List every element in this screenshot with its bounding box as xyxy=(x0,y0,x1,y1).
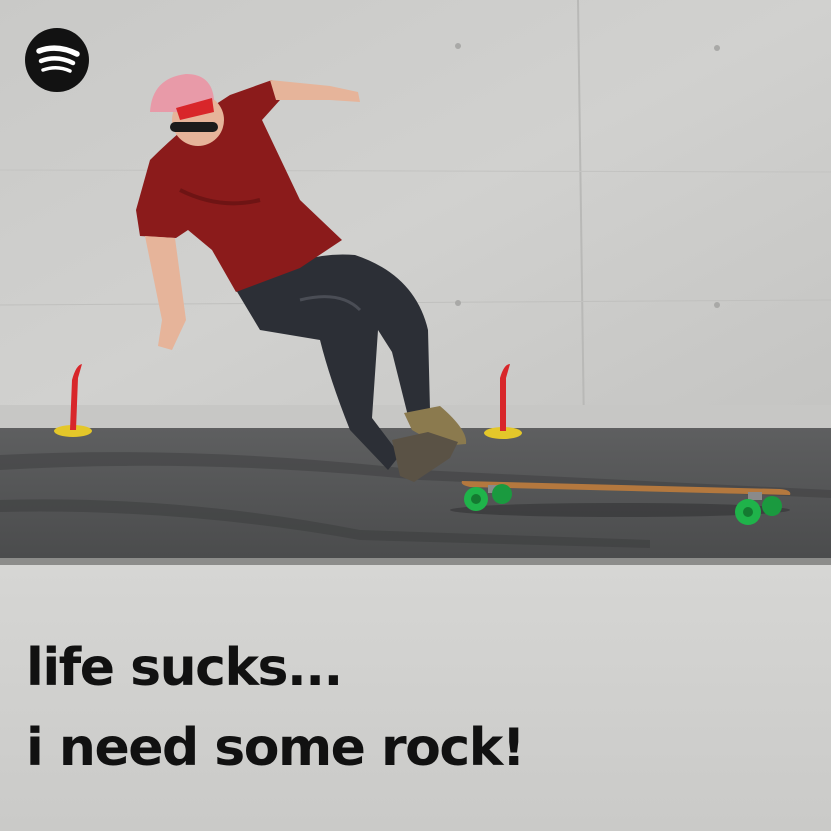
title-line-2: i need some rock! xyxy=(26,718,526,778)
playlist-title: life sucks... i need some rock! xyxy=(26,628,526,788)
playlist-cover: life sucks... i need some rock! xyxy=(0,0,831,831)
spotify-logo-icon xyxy=(25,28,89,92)
title-line-1: life sucks... xyxy=(26,638,343,698)
